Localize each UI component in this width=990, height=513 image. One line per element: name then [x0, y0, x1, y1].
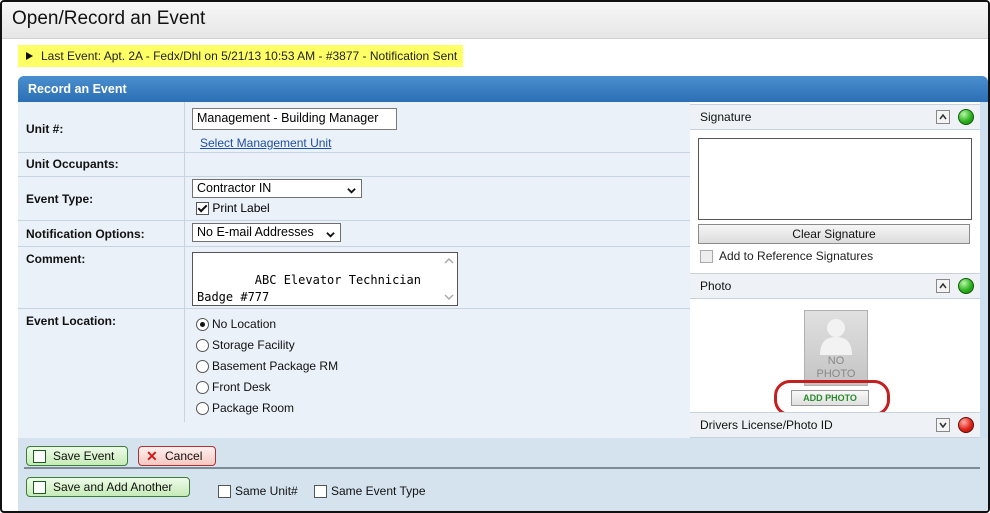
- radio-button[interactable]: [196, 360, 209, 374]
- row-divider: [184, 176, 185, 220]
- record-event-panel: Record an Event Unit #: Management - Bui…: [18, 76, 988, 511]
- side-panel: Signature Clear Signature Add to Referen…: [690, 102, 980, 438]
- location-option-storage-facility[interactable]: Storage Facility: [196, 338, 295, 353]
- clear-signature-button[interactable]: Clear Signature: [698, 224, 970, 244]
- radio-button[interactable]: [196, 339, 209, 353]
- row-divider: [184, 220, 185, 246]
- comment-text: ABC Elevator Technician Badge #777: [197, 273, 421, 304]
- cancel-label: Cancel: [165, 449, 203, 463]
- floppy-disk-icon: [33, 450, 46, 463]
- no-photo-placeholder: NO PHOTO: [804, 310, 868, 386]
- license-header: Drivers License/Photo ID: [690, 412, 980, 438]
- save-and-add-label: Save and Add Another: [53, 480, 173, 494]
- print-label-checkbox[interactable]: [196, 202, 209, 216]
- event-type-select[interactable]: Contractor IN: [192, 179, 362, 198]
- location-option-label: Package Room: [212, 401, 295, 415]
- unit-row: Unit #: Management - Building Manager Se…: [18, 102, 690, 153]
- license-title: Drivers License/Photo ID: [700, 418, 833, 432]
- action-divider: [24, 467, 980, 469]
- same-event-type-checkbox[interactable]: [314, 485, 327, 499]
- comment-textarea[interactable]: ABC Elevator Technician Badge #777: [192, 252, 458, 306]
- location-option-label: Front Desk: [212, 380, 271, 394]
- signature-status-led-icon: [958, 109, 974, 125]
- save-event-button[interactable]: Save Event: [26, 446, 128, 466]
- same-unit-checkbox[interactable]: [218, 485, 231, 499]
- photo-header: Photo: [690, 273, 980, 299]
- select-management-unit-link[interactable]: Select Management Unit: [200, 136, 331, 150]
- location-label: Event Location:: [26, 314, 117, 328]
- disclosure-triangle-icon: [26, 51, 33, 60]
- chevron-down-icon: [347, 188, 356, 194]
- row-divider: [184, 152, 185, 176]
- notification-select[interactable]: No E-mail Addresses: [192, 223, 341, 242]
- unit-input[interactable]: Management - Building Manager: [192, 108, 397, 130]
- row-divider: [184, 308, 185, 422]
- notification-label: Notification Options:: [26, 227, 145, 241]
- print-label-option[interactable]: Print Label: [196, 201, 270, 216]
- unit-label: Unit #:: [26, 122, 64, 136]
- textarea-scrollbar[interactable]: [443, 255, 455, 303]
- same-event-type-label: Same Event Type: [331, 484, 426, 498]
- add-reference-label: Add to Reference Signatures: [719, 249, 874, 263]
- page-title: Open/Record an Event: [12, 8, 206, 29]
- signature-title: Signature: [700, 110, 752, 124]
- location-option-front-desk[interactable]: Front Desk: [196, 380, 271, 395]
- same-unit-label: Same Unit#: [235, 484, 298, 498]
- radio-button[interactable]: [196, 381, 209, 395]
- event-type-label: Event Type:: [26, 192, 94, 206]
- comment-label: Comment:: [26, 252, 86, 266]
- print-label-text: Print Label: [212, 201, 270, 215]
- save-event-label: Save Event: [53, 449, 115, 463]
- event-type-value: Contractor IN: [197, 181, 272, 195]
- cancel-button[interactable]: ✕ Cancel: [138, 446, 216, 466]
- row-divider: [184, 246, 185, 308]
- floppy-disk-icon: [33, 481, 46, 494]
- location-option-package-room[interactable]: Package Room: [196, 401, 295, 416]
- location-option-no-location[interactable]: No Location: [196, 317, 277, 332]
- occupants-label: Unit Occupants:: [26, 157, 119, 171]
- location-option-label: Basement Package RM: [212, 359, 339, 373]
- panel-header: Record an Event: [18, 76, 988, 102]
- save-and-add-another-button[interactable]: Save and Add Another: [26, 477, 190, 497]
- person-silhouette-icon: [820, 319, 852, 355]
- same-event-type-option[interactable]: Same Event Type: [314, 484, 426, 499]
- chevron-up-icon[interactable]: [936, 279, 950, 293]
- window: Open/Record an Event Last Event: Apt. 2A…: [0, 0, 990, 513]
- radio-button[interactable]: [196, 402, 209, 416]
- event-form: Unit #: Management - Building Manager Se…: [18, 102, 691, 438]
- signature-header: Signature: [690, 104, 980, 130]
- location-option-label: No Location: [212, 317, 277, 331]
- occupants-row: Unit Occupants:: [18, 152, 690, 177]
- event-type-row: Event Type: Contractor IN Print Label: [18, 176, 690, 221]
- add-photo-button[interactable]: ADD PHOTO: [791, 390, 869, 406]
- same-unit-option[interactable]: Same Unit#: [218, 484, 298, 499]
- notification-row: Notification Options: No E-mail Addresse…: [18, 220, 690, 247]
- last-event-banner[interactable]: Last Event: Apt. 2A - Fedx/Dhl on 5/21/1…: [18, 45, 464, 67]
- action-bar: Save Event ✕ Cancel Save and Add Another …: [18, 438, 988, 511]
- add-reference-checkbox[interactable]: [700, 250, 713, 264]
- chevron-down-icon: [326, 232, 335, 238]
- photo-status-led-icon: [958, 278, 974, 294]
- chevron-up-icon[interactable]: [936, 110, 950, 124]
- location-option-basement-package-rm[interactable]: Basement Package RM: [196, 359, 339, 374]
- chevron-down-icon[interactable]: [936, 418, 950, 432]
- notification-value: No E-mail Addresses: [197, 225, 314, 239]
- add-reference-signature-option[interactable]: Add to Reference Signatures: [700, 249, 874, 264]
- signature-pad[interactable]: [698, 138, 972, 220]
- location-row: Event Location:: [18, 308, 690, 422]
- x-icon: ✕: [146, 448, 158, 464]
- row-divider: [184, 102, 185, 152]
- license-status-led-icon: [958, 417, 974, 433]
- no-photo-text: NO PHOTO: [816, 355, 856, 380]
- photo-title: Photo: [700, 279, 732, 293]
- location-option-label: Storage Facility: [212, 338, 295, 352]
- radio-button[interactable]: [196, 318, 209, 332]
- last-event-text: Last Event: Apt. 2A - Fedx/Dhl on 5/21/1…: [41, 49, 458, 63]
